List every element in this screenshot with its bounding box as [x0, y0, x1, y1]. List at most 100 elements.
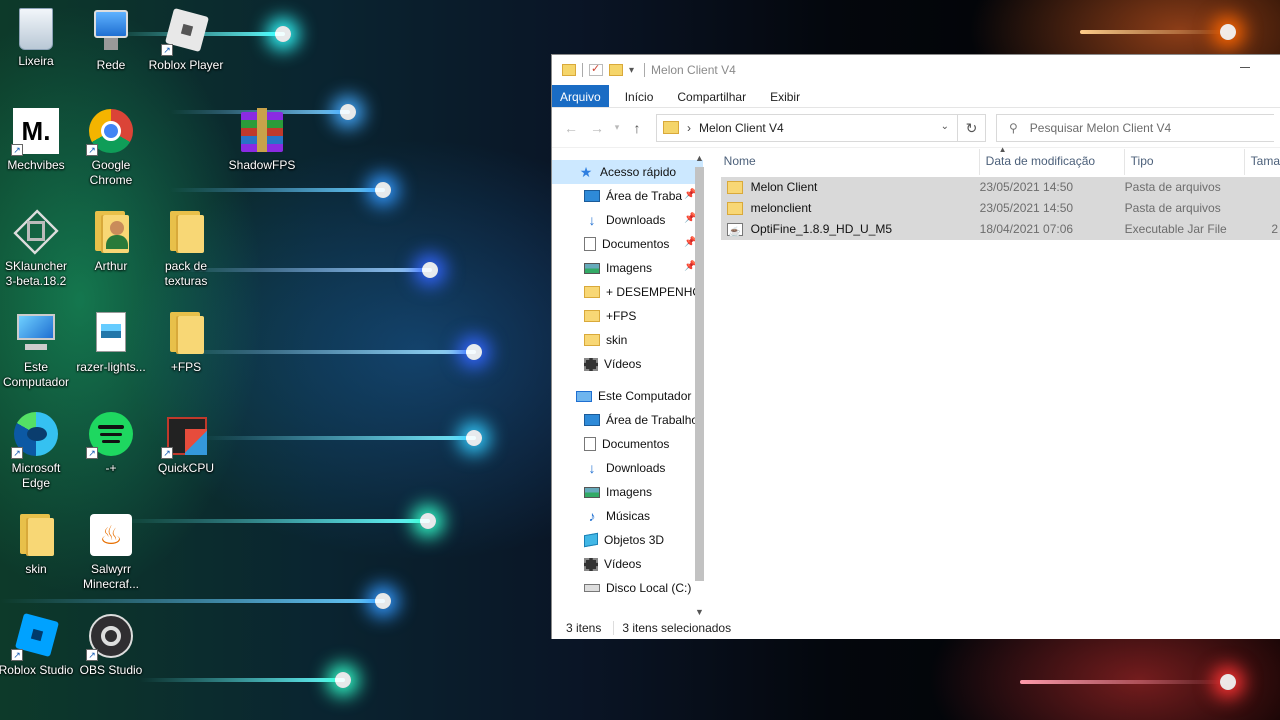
desktop-icon-roblox-studio[interactable]: ↗ Roblox Studio	[0, 612, 74, 678]
file-date: 18/04/2021 07:06	[979, 222, 1074, 236]
desktop-icon-quickcpu[interactable]: ↗ QuickCPU	[148, 411, 224, 476]
star-icon: ★	[579, 164, 593, 180]
back-arrow-icon[interactable]: ←	[558, 120, 584, 136]
address-bar[interactable]: › Melon Client V4 ⌄	[656, 113, 958, 142]
desktop-icon-pack-de-texturas[interactable]: pack de texturas	[148, 209, 224, 289]
folder-icon	[163, 310, 209, 356]
desktop-icon-obs-studio[interactable]: ↗ OBS Studio	[73, 613, 149, 678]
network-icon	[88, 8, 134, 54]
roblox-studio-icon: ↗	[11, 612, 60, 661]
desktop-icon-google-chrome[interactable]: ↗ Google Chrome	[73, 108, 149, 188]
column-nome[interactable]: Nome	[703, 149, 980, 175]
desktop-icon-razer-lights[interactable]: razer-lights...	[73, 310, 149, 375]
music-icon: ♪	[588, 508, 596, 524]
column-tipo[interactable]: Tipo	[1125, 149, 1245, 175]
chevron-down-icon[interactable]: ⌄	[941, 121, 949, 132]
title-bar[interactable]: ▾ Melon Client V4	[552, 55, 1280, 85]
documents-icon	[584, 437, 596, 451]
quick-access-dropdown-icon[interactable]: ▾	[629, 65, 634, 76]
folder-icon	[584, 310, 600, 322]
nav-item-pc-musicas[interactable]: ♪ Músicas	[552, 504, 703, 528]
desktop-icon-skin[interactable]: skin	[0, 512, 74, 577]
ribbon-tabs: Arquivo Início Compartilhar Exibir	[552, 85, 1280, 108]
file-size	[1245, 177, 1280, 198]
properties-icon[interactable]	[589, 62, 603, 76]
download-icon: ↓	[588, 212, 596, 228]
explorer-body: ★ Acesso rápido Área de Traba 📌 ↓ Downlo…	[552, 145, 1280, 619]
nav-item-skin[interactable]: skin	[552, 328, 703, 352]
edge-icon: ↗	[11, 411, 59, 459]
sklauncher-icon	[13, 209, 59, 255]
desktop-icon-fps[interactable]: +FPS	[148, 310, 224, 375]
file-list: ▲ Nome Data de modificação Tipo Tama Mel…	[703, 145, 1280, 619]
tab-inicio[interactable]: Início	[609, 85, 666, 107]
column-tamanho[interactable]: Tama	[1245, 149, 1280, 175]
recent-dropdown-icon[interactable]: ▾	[610, 122, 624, 133]
desktop-icon	[584, 414, 600, 426]
table-row[interactable]: OptiFine_1.8.9_HD_U_M5 18/04/2021 07:06 …	[720, 219, 1280, 240]
desktop-icon	[584, 190, 600, 202]
folder-icon	[584, 286, 600, 298]
nav-item-area-de-trabalho[interactable]: Área de Traba 📌	[552, 184, 703, 208]
nav-item-pc-documentos[interactable]: Documentos	[552, 432, 703, 456]
address-text: Melon Client V4	[699, 120, 784, 135]
file-name: melonclient	[750, 201, 812, 215]
computer-icon	[576, 390, 592, 402]
recycle-bin-icon	[19, 8, 53, 50]
obs-icon: ↗	[86, 613, 134, 661]
search-input[interactable]: ⚲ Pesquisar Melon Client V4	[996, 113, 1274, 142]
table-row[interactable]: Melon Client 23/05/2021 14:50 Pasta de a…	[720, 177, 1280, 198]
desktop-icon-shadowfps[interactable]: ShadowFPS	[224, 108, 300, 173]
folder-icon	[726, 181, 743, 194]
download-icon: ↓	[588, 460, 596, 476]
desktop-icon-salwyrr[interactable]: ♨ Salwyrr Minecraf...	[73, 512, 149, 592]
desktop-icon-sklauncher[interactable]: SKlauncher 3-beta.18.2	[0, 209, 74, 289]
separator	[582, 63, 583, 77]
sort-ascending-icon: ▲	[998, 145, 1007, 154]
minimize-icon[interactable]	[1240, 67, 1250, 68]
chevron-right-icon[interactable]: ›	[687, 121, 691, 135]
desktop-icon-spotify[interactable]: ↗ -+	[73, 411, 149, 476]
tab-compartilhar[interactable]: Compartilhar	[665, 85, 758, 107]
tab-exibir[interactable]: Exibir	[758, 85, 812, 107]
desktop-icon-rede[interactable]: Rede	[73, 8, 149, 73]
file-type: Executable Jar File	[1124, 222, 1227, 236]
nav-item-desempenho[interactable]: + DESEMPENHO	[552, 280, 703, 304]
desktop-icon-este-computador[interactable]: Este Computador	[0, 310, 74, 390]
nav-item-acesso-rapido[interactable]: ★ Acesso rápido	[552, 160, 703, 184]
nav-item-videos[interactable]: Vídeos	[552, 352, 703, 376]
up-arrow-icon[interactable]: ↑	[624, 120, 650, 136]
nav-item-pc-videos[interactable]: Vídeos	[552, 552, 703, 576]
quickcpu-icon: ↗	[161, 411, 209, 459]
mechvibes-icon: M. ↗	[11, 108, 59, 156]
nav-item-pc-area-de-trabalho[interactable]: Área de Trabalho	[552, 408, 703, 432]
file-type: Pasta de arquivos	[1124, 201, 1221, 215]
nav-item-pc-imagens[interactable]: Imagens	[552, 480, 703, 504]
nav-item-documentos[interactable]: Documentos 📌	[552, 232, 703, 256]
nav-item-pc-disco-local[interactable]: Disco Local (C:)	[552, 576, 703, 600]
image-file-icon	[88, 310, 134, 356]
nav-item-pc-objetos-3d[interactable]: Objetos 3D	[552, 528, 703, 552]
refresh-icon[interactable]: ↻	[958, 113, 986, 142]
window-title: Melon Client V4	[651, 63, 736, 77]
nav-item-pc-downloads[interactable]: ↓ Downloads	[552, 456, 703, 480]
table-row[interactable]: melonclient 23/05/2021 14:50 Pasta de ar…	[720, 198, 1280, 219]
pictures-icon	[584, 486, 600, 498]
tab-arquivo[interactable]: Arquivo	[552, 85, 609, 107]
desktop-icon-roblox-player[interactable]: ↗ Roblox Player	[148, 7, 224, 73]
desktop-icon-lixeira[interactable]: Lixeira	[0, 8, 74, 69]
item-count: 3 itens	[566, 621, 602, 635]
nav-item-imagens[interactable]: Imagens 📌	[552, 256, 703, 280]
new-folder-icon[interactable]	[609, 64, 623, 76]
nav-item-downloads[interactable]: ↓ Downloads 📌	[552, 208, 703, 232]
column-headers: ▲ Nome Data de modificação Tipo Tama	[703, 145, 1280, 175]
desktop-icon-arthur[interactable]: Arthur	[73, 209, 149, 274]
desktop-icon-microsoft-edge[interactable]: ↗ Microsoft Edge	[0, 411, 74, 491]
forward-arrow-icon[interactable]: →	[584, 120, 610, 136]
status-bar: 3 itens 3 itens selecionados	[552, 617, 1280, 639]
nav-item-fps[interactable]: +FPS	[552, 304, 703, 328]
folder-icon	[13, 512, 59, 558]
nav-item-este-computador[interactable]: Este Computador	[552, 384, 703, 408]
folder-icon	[726, 202, 743, 215]
desktop-icon-mechvibes[interactable]: M. ↗ Mechvibes	[0, 108, 74, 173]
